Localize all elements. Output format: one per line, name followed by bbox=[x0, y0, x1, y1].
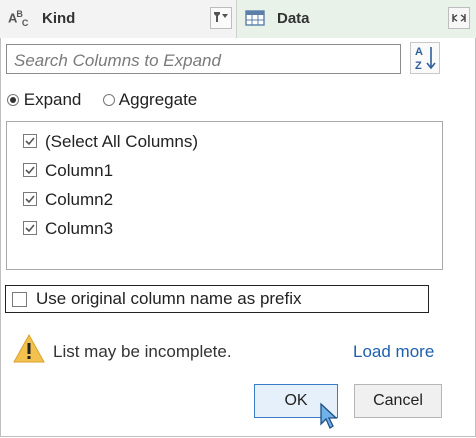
table-type-icon bbox=[245, 10, 265, 26]
prefix-label: Use original column name as prefix bbox=[36, 289, 302, 308]
text-type-icon[interactable]: ABC bbox=[8, 9, 28, 28]
checkbox[interactable] bbox=[23, 192, 37, 206]
list-item-label: Column3 bbox=[45, 219, 114, 238]
expand-columns-panel: A Z Expand Aggregate (Select All Columns… bbox=[0, 38, 476, 437]
filter-dropdown-button[interactable] bbox=[210, 7, 232, 29]
cancel-button[interactable]: Cancel bbox=[354, 384, 442, 418]
column-kind-label: Kind bbox=[42, 10, 76, 27]
checkmark-icon bbox=[25, 224, 35, 233]
svg-text:Z: Z bbox=[415, 60, 422, 72]
list-item-label: (Select All Columns) bbox=[45, 132, 199, 151]
checkmark-icon bbox=[25, 195, 35, 204]
expand-arrows-icon bbox=[452, 14, 466, 22]
checkmark-icon bbox=[25, 166, 35, 175]
filter-icon bbox=[214, 12, 228, 22]
expand-column-button[interactable] bbox=[448, 7, 470, 29]
warning-icon bbox=[13, 333, 45, 363]
list-item-column2[interactable]: Column2 bbox=[23, 190, 113, 210]
checkbox[interactable] bbox=[23, 134, 37, 148]
search-columns-input[interactable] bbox=[6, 44, 401, 74]
column-header-data[interactable]: Data bbox=[237, 0, 476, 38]
svg-text:A: A bbox=[415, 46, 423, 58]
load-more-link[interactable]: Load more bbox=[353, 342, 434, 362]
column-data-label: Data bbox=[277, 10, 310, 27]
use-prefix-option[interactable]: Use original column name as prefix bbox=[5, 285, 429, 313]
aggregate-radio[interactable] bbox=[103, 94, 115, 106]
mode-expand-option[interactable]: Expand bbox=[7, 90, 81, 110]
column-header-strip: ABC Kind Data bbox=[0, 0, 476, 39]
list-item-select-all[interactable]: (Select All Columns) bbox=[23, 132, 198, 152]
list-item-label: Column1 bbox=[45, 161, 114, 180]
prefix-checkbox[interactable] bbox=[12, 292, 27, 307]
incomplete-list-warning: List may be incomplete. bbox=[53, 342, 232, 361]
aggregate-label: Aggregate bbox=[118, 90, 198, 109]
sort-az-button[interactable]: A Z bbox=[410, 42, 440, 74]
checkbox[interactable] bbox=[23, 221, 37, 235]
checkmark-icon bbox=[25, 137, 35, 146]
checkbox[interactable] bbox=[23, 163, 37, 177]
expand-radio[interactable] bbox=[7, 94, 19, 106]
list-item-label: Column2 bbox=[45, 190, 114, 209]
list-item-column1[interactable]: Column1 bbox=[23, 161, 113, 181]
mode-aggregate-option[interactable]: Aggregate bbox=[103, 90, 197, 110]
mouse-pointer-icon bbox=[320, 402, 338, 429]
column-list[interactable]: (Select All Columns) Column1 Column2 Col… bbox=[6, 121, 443, 270]
az-sort-icon: A Z bbox=[415, 46, 436, 72]
column-header-kind[interactable]: ABC Kind bbox=[0, 0, 237, 38]
expand-label: Expand bbox=[23, 90, 82, 109]
list-item-column3[interactable]: Column3 bbox=[23, 219, 113, 239]
